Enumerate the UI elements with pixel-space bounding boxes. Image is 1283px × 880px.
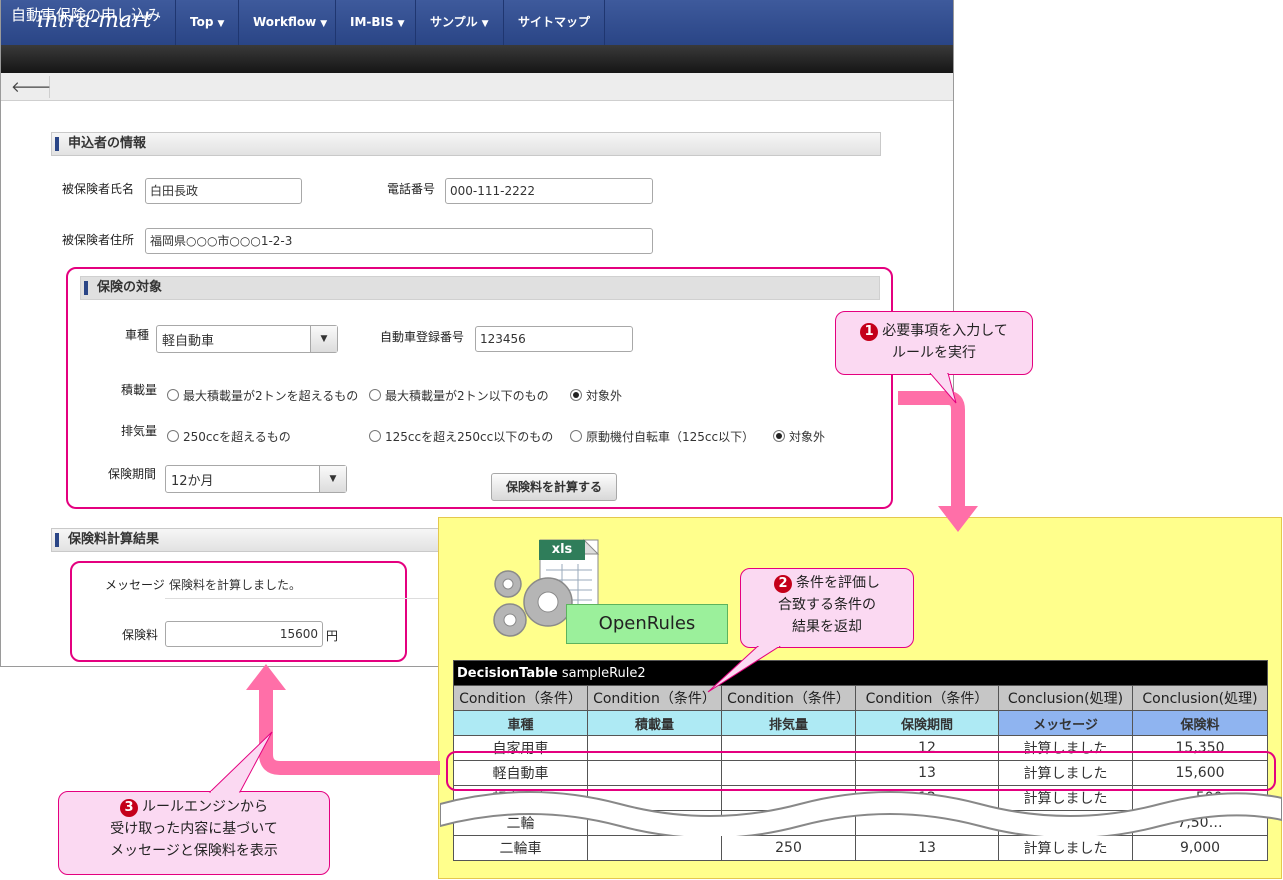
insured-name-label: 被保険者氏名	[62, 182, 135, 196]
callout-step-2: 2 条件を評価し 合致する条件の 結果を返却	[740, 568, 914, 648]
radio-button[interactable]	[167, 430, 179, 442]
radio-button[interactable]	[369, 389, 381, 401]
phone-label: 電話番号	[387, 182, 436, 196]
toolbar	[1, 73, 953, 101]
radio-button-selected[interactable]	[773, 430, 785, 442]
exhaust-label: 排気量	[121, 424, 158, 438]
title-bar	[1, 45, 953, 73]
xls-badge: xls	[539, 540, 585, 560]
insurance-period-label: 保険期間	[108, 467, 157, 481]
nav-im-bis[interactable]: IM-BIS ▼	[335, 0, 419, 45]
callout-3-pointer	[208, 731, 273, 793]
arrow-left-icon: 🡐	[11, 78, 52, 96]
page-title: 自動車保険の申し込み	[11, 6, 162, 24]
exhaust-option-over-250[interactable]: 250ccを超えるもの	[167, 428, 291, 445]
exhaust-option-125-250[interactable]: 125ccを超え250cc以下のもの	[369, 428, 553, 445]
premium-unit: 円	[326, 629, 339, 643]
radio-button[interactable]	[167, 389, 179, 401]
load-option-under-2t[interactable]: 最大積載量が2トン以下のもの	[369, 387, 549, 404]
caret-down-icon: ▼	[397, 19, 405, 29]
load-capacity-label: 積載量	[121, 383, 158, 397]
insurance-target-header: 保険の対象	[80, 276, 880, 300]
registration-number-input[interactable]: 123456	[475, 326, 633, 352]
insurance-period-select[interactable]: 12か月 ▼	[165, 465, 347, 493]
calculate-premium-button[interactable]: 保険料を計算する	[491, 473, 617, 501]
exhaust-option-moped[interactable]: 原動機付自転車（125cc以下）	[570, 428, 754, 445]
nav-top[interactable]: Top ▼	[175, 0, 238, 45]
callout-1-pointer	[929, 373, 957, 404]
chevron-down-icon[interactable]: ▼	[319, 466, 346, 492]
radio-button-selected[interactable]	[570, 389, 582, 401]
column-name-row: 車種 積載量 排気量 保険期間 メッセージ 保険料	[453, 710, 1269, 736]
message-label: メッセージ	[105, 578, 165, 592]
insured-name-input[interactable]: 白田長政	[145, 178, 302, 204]
nav-sample[interactable]: サンプル ▼	[415, 0, 503, 45]
insured-address-input[interactable]: 福岡県○○○市○○○1-2-3	[145, 228, 653, 254]
exhaust-option-none[interactable]: 対象外	[773, 428, 825, 445]
nav-sitemap[interactable]: サイトマップ	[503, 0, 606, 45]
column-kind-row: Condition（条件） Condition（条件） Condition（条件…	[453, 685, 1269, 711]
applicant-section-header: 申込者の情報	[51, 132, 881, 156]
table-row: 二輪車 250 13 計算しました 9,000	[453, 835, 1269, 861]
callout-2-pointer	[707, 646, 781, 693]
premium-input[interactable]: 15600	[165, 621, 323, 647]
chevron-down-icon[interactable]: ▼	[310, 326, 337, 352]
vehicle-type-label: 車種	[125, 328, 150, 342]
decision-table-title-row: DecisionTable sampleRule2	[452, 660, 1269, 686]
table-omission-wave	[440, 791, 1282, 836]
vehicle-type-select[interactable]: 軽自動車 ▼	[156, 325, 338, 353]
load-option-none[interactable]: 対象外	[570, 387, 622, 404]
callout-step-1: 1 必要事項を入力して ルールを実行	[835, 311, 1033, 375]
caret-down-icon: ▼	[217, 19, 225, 29]
openrules-label: OpenRules	[566, 604, 728, 644]
registration-number-label: 自動車登録番号	[380, 330, 465, 344]
caret-down-icon: ▼	[320, 19, 328, 29]
phone-input[interactable]: 000-111-2222	[445, 178, 653, 204]
radio-button[interactable]	[570, 430, 582, 442]
premium-label: 保険料	[122, 628, 159, 642]
load-option-over-2t[interactable]: 最大積載量が2トンを超えるもの	[167, 387, 358, 404]
radio-button[interactable]	[369, 430, 381, 442]
matched-row-highlight	[446, 751, 1276, 791]
insured-address-label: 被保険者住所	[62, 233, 135, 247]
callout-step-3: 3 ルールエンジンから 受け取った内容に基づいて メッセージと保険料を表示	[58, 791, 330, 875]
back-button[interactable]: 🡐	[11, 76, 52, 98]
caret-down-icon: ▼	[481, 19, 489, 29]
message-value: 保険料を計算しました。	[165, 572, 449, 599]
nav-workflow[interactable]: Workflow ▼	[238, 0, 341, 45]
